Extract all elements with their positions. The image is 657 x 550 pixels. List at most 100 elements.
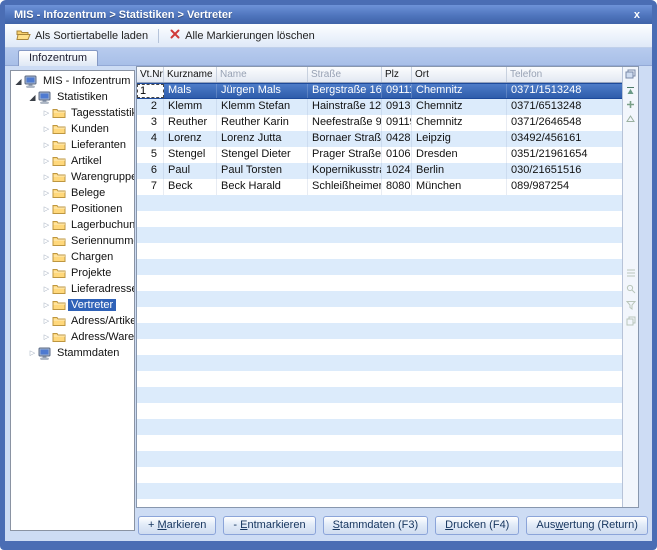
expanded-arrow-icon[interactable]: ◢: [27, 93, 38, 102]
cell-nr[interactable]: 1: [137, 84, 164, 98]
column-header-name[interactable]: Name: [217, 67, 308, 82]
tree-item-stammdaten[interactable]: ▷Stammdaten: [11, 345, 134, 361]
collapsed-arrow-icon[interactable]: ▷: [41, 301, 52, 309]
drucken-f4-button[interactable]: Drucken (F4): [435, 516, 519, 535]
cell-plz[interactable]: 80809: [382, 179, 412, 195]
cell-nr[interactable]: 6: [137, 163, 164, 179]
collapsed-arrow-icon[interactable]: ▷: [41, 189, 52, 197]
cell-ort[interactable]: Dresden: [412, 147, 507, 163]
cell-kurzname[interactable]: Klemm: [164, 99, 217, 115]
column-header-ort[interactable]: Ort: [412, 67, 507, 82]
table-row[interactable]: 3ReutherReuther KarinNeefestraße 9409119…: [137, 115, 622, 131]
cell-plz[interactable]: 01069: [382, 147, 412, 163]
tree-item-positionen[interactable]: ▷Positionen: [11, 201, 134, 217]
cell-telefon[interactable]: 089/987254: [507, 179, 622, 195]
tree-item-kunden[interactable]: ▷Kunden: [11, 121, 134, 137]
cell-plz[interactable]: 04288: [382, 131, 412, 147]
collapsed-arrow-icon[interactable]: ▷: [41, 205, 52, 213]
cell-nr[interactable]: 7: [137, 179, 164, 195]
cell-kurzname[interactable]: Lorenz: [164, 131, 217, 147]
collapsed-arrow-icon[interactable]: ▷: [41, 285, 52, 293]
tree-item-lagerbuchungen[interactable]: ▷Lagerbuchungen: [11, 217, 134, 233]
cell-telefon[interactable]: 0371/6513248: [507, 99, 622, 115]
column-header-stra-e[interactable]: Straße: [308, 67, 382, 82]
cell-ort[interactable]: München: [412, 179, 507, 195]
tab-infozentrum[interactable]: Infozentrum: [18, 50, 98, 66]
tree-item-warengruppen[interactable]: ▷Warengruppen: [11, 169, 134, 185]
tree-item-seriennummern[interactable]: ▷Seriennummern: [11, 233, 134, 249]
tree-item-artikel[interactable]: ▷Artikel: [11, 153, 134, 169]
cell-nr[interactable]: 5: [137, 147, 164, 163]
cell-name[interactable]: Paul Torsten: [217, 163, 308, 179]
tree-item-mis-infozentrum[interactable]: ◢MIS - Infozentrum: [11, 73, 134, 89]
cell-strasse[interactable]: Bornaer Straße 94: [308, 131, 382, 147]
cell-ort[interactable]: Chemnitz: [412, 84, 507, 98]
cell-strasse[interactable]: Hainstraße 122: [308, 99, 382, 115]
search-button[interactable]: [624, 283, 637, 296]
cell-plz[interactable]: 10245: [382, 163, 412, 179]
column-header-plz[interactable]: Plz: [382, 67, 412, 82]
tree-item-statistiken[interactable]: ◢Statistiken: [11, 89, 134, 105]
load-sort-table-button[interactable]: Als Sortiertabelle laden: [11, 26, 153, 46]
table-row[interactable]: 6PaulPaul TorstenKopernikusstraße 471024…: [137, 163, 622, 179]
cell-nr[interactable]: 4: [137, 131, 164, 147]
collapsed-arrow-icon[interactable]: ▷: [41, 173, 52, 181]
collapsed-arrow-icon[interactable]: ▷: [41, 157, 52, 165]
markieren-button[interactable]: + Markieren: [138, 516, 216, 535]
close-icon[interactable]: x: [631, 9, 643, 21]
cell-name[interactable]: Klemm Stefan: [217, 99, 308, 115]
filter-button[interactable]: [624, 299, 637, 312]
cell-nr[interactable]: 2: [137, 99, 164, 115]
cell-strasse[interactable]: Bergstraße 16: [308, 84, 382, 98]
auswertung-button[interactable]: Auswertung (Return): [526, 516, 648, 535]
collapsed-arrow-icon[interactable]: ▷: [41, 141, 52, 149]
cell-name[interactable]: Stengel Dieter: [217, 147, 308, 163]
tree-item-adress-warengruppen[interactable]: ▷Adress/Warengruppen: [11, 329, 134, 345]
cell-plz[interactable]: 09111: [382, 84, 412, 98]
tree-item-chargen[interactable]: ▷Chargen: [11, 249, 134, 265]
cell-ort[interactable]: Leipzig: [412, 131, 507, 147]
tree-item-belege[interactable]: ▷Belege: [11, 185, 134, 201]
column-header-vt-nr[interactable]: Vt.Nr▼: [137, 67, 164, 82]
tree-item-projekte[interactable]: ▷Projekte: [11, 265, 134, 281]
scroll-prev-button[interactable]: [624, 112, 637, 125]
cell-ort[interactable]: Berlin: [412, 163, 507, 179]
cell-telefon[interactable]: 0371/2646548: [507, 115, 622, 131]
column-header-telefon[interactable]: Telefon: [507, 67, 622, 82]
cell-strasse[interactable]: Kopernikusstraße 47: [308, 163, 382, 179]
collapsed-arrow-icon[interactable]: ▷: [27, 349, 38, 357]
collapsed-arrow-icon[interactable]: ▷: [41, 333, 52, 341]
table-row[interactable]: 5StengelStengel DieterPrager Straße 2120…: [137, 147, 622, 163]
cell-kurzname[interactable]: Paul: [164, 163, 217, 179]
table-row[interactable]: 1MalsJürgen MalsBergstraße 1609111Chemni…: [137, 83, 622, 99]
column-header-kurzname[interactable]: Kurzname: [164, 67, 217, 82]
collapsed-arrow-icon[interactable]: ▷: [41, 317, 52, 325]
table-row[interactable]: 2KlemmKlemm StefanHainstraße 12209130Che…: [137, 99, 622, 115]
copy-button[interactable]: [624, 315, 637, 328]
cell-name[interactable]: Lorenz Jutta: [217, 131, 308, 147]
collapsed-arrow-icon[interactable]: ▷: [41, 237, 52, 245]
cell-telefon[interactable]: 0371/1513248: [507, 84, 622, 98]
cell-telefon[interactable]: 030/21651516: [507, 163, 622, 179]
table-row[interactable]: 4LorenzLorenz JuttaBornaer Straße 940428…: [137, 131, 622, 147]
cell-kurzname[interactable]: Mals: [164, 84, 217, 98]
cell-ort[interactable]: Chemnitz: [412, 115, 507, 131]
cell-strasse[interactable]: Prager Straße 212: [308, 147, 382, 163]
cell-kurzname[interactable]: Stengel: [164, 147, 217, 163]
table-row[interactable]: 7BeckBeck HaraldSchleißheimer Straße 378…: [137, 179, 622, 195]
cell-plz[interactable]: 09130: [382, 99, 412, 115]
expanded-arrow-icon[interactable]: ◢: [13, 77, 24, 86]
stammdaten-f3-button[interactable]: Stammdaten (F3): [323, 516, 429, 535]
tree-item-adress-artikel[interactable]: ▷Adress/Artikel: [11, 313, 134, 329]
tree-item-lieferadressen[interactable]: ▷Lieferadressen: [11, 281, 134, 297]
tree-item-tagesstatistik[interactable]: ▷Tagesstatistik: [11, 105, 134, 121]
tree-item-vertreter[interactable]: ▷Vertreter: [11, 297, 134, 313]
cell-name[interactable]: Beck Harald: [217, 179, 308, 195]
cell-plz[interactable]: 09119: [382, 115, 412, 131]
cell-kurzname[interactable]: Beck: [164, 179, 217, 195]
row-list-button[interactable]: [624, 267, 637, 280]
cell-name[interactable]: Reuther Karin: [217, 115, 308, 131]
collapsed-arrow-icon[interactable]: ▷: [41, 221, 52, 229]
collapsed-arrow-icon[interactable]: ▷: [41, 109, 52, 117]
entmarkieren-button[interactable]: - Entmarkieren: [223, 516, 315, 535]
